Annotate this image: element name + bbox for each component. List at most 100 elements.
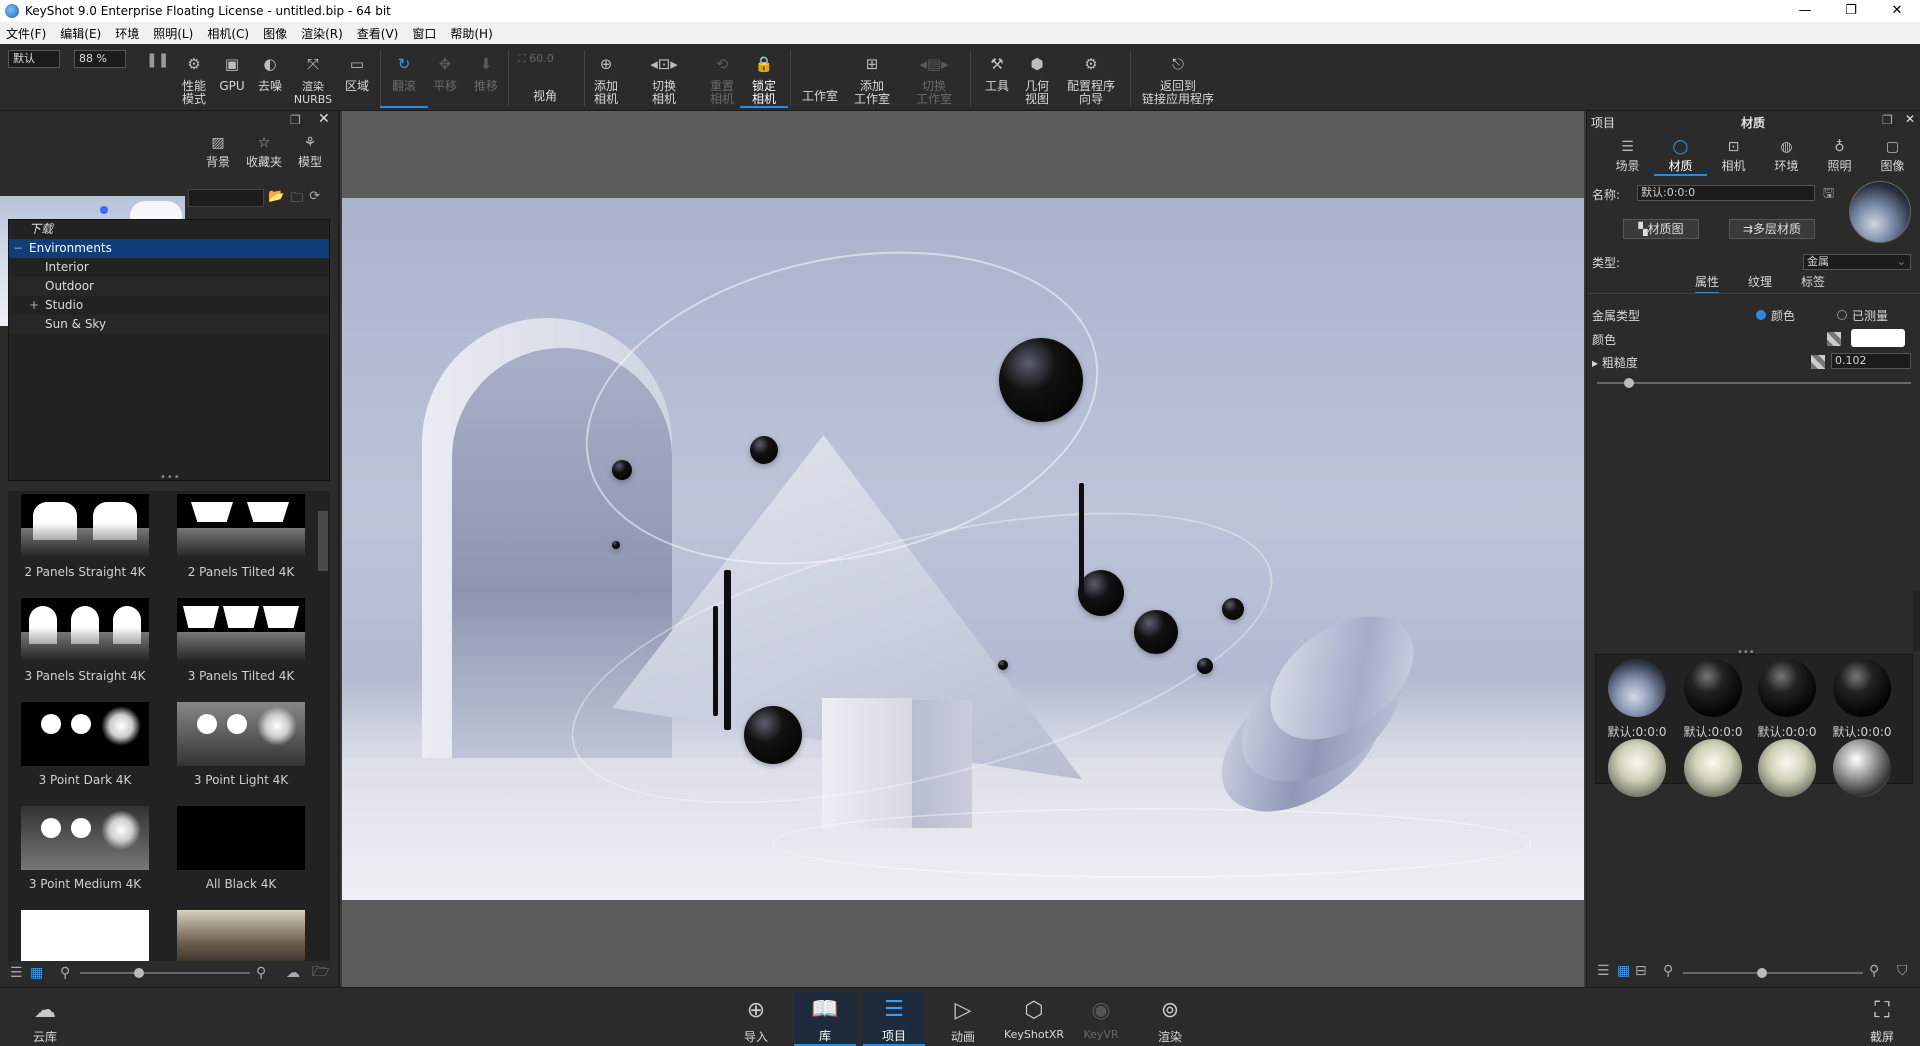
material-swatch[interactable]: 默认:0:0:0 [1676,659,1750,740]
minimize-button[interactable]: — [1782,0,1828,22]
menu-image[interactable]: 图像 [263,25,287,42]
library-scrollbar[interactable] [318,511,328,571]
render-viewport[interactable] [342,111,1584,987]
grid-view-icon[interactable]: ▦ [30,965,43,981]
panel-close-icon[interactable]: ✕ [1905,112,1915,126]
zoom-in-icon[interactable]: ⚲ [1869,963,1879,979]
zoom-out-icon[interactable]: ⚲ [60,965,70,981]
subtab-properties[interactable]: 属性 [1695,273,1720,294]
geometry-view-button[interactable]: ⬢ 几何 视图 [1013,48,1061,108]
lock-camera-button[interactable]: 🔒 锁定 相机 [740,48,788,108]
return-to-linked-app-button[interactable]: ⎋ 返回到 链接应用程序 [1140,48,1216,108]
zoom-in-icon[interactable]: ⚲ [256,965,266,981]
tab-models[interactable]: ⚘ 模型 [287,135,333,170]
library-item[interactable] [164,907,314,961]
menu-help[interactable]: 帮助(H) [450,25,492,42]
denoise-button[interactable]: ◐ 去噪 [246,48,294,108]
tree-item-sun-sky[interactable]: Sun & Sky [9,315,329,334]
library-button[interactable]: 📖 库 [794,992,856,1046]
material-preview-sphere[interactable] [1849,181,1911,243]
roughness-slider[interactable] [1597,382,1911,384]
region-button[interactable]: ▭ 区域 [333,48,381,108]
library-item[interactable]: 3 Point Dark 4K [8,699,158,803]
tree-item-interior[interactable]: Interior [9,258,329,277]
add-studio-button[interactable]: ⊞ 添加 工作室 [844,48,900,108]
tree-view-icon[interactable]: ⊟ [1635,963,1647,979]
texture-map-icon[interactable] [1827,332,1841,346]
library-item[interactable]: 2 Panels Straight 4K [8,491,158,595]
tab-camera[interactable]: ⊡ 相机 [1707,139,1760,176]
keyvr-button[interactable]: ◉ KeyVR [1070,992,1132,1046]
material-name-input[interactable]: 默认:0:0:0 [1637,185,1815,201]
swatch-size-slider[interactable] [1683,972,1863,974]
library-item[interactable]: 2 Panels Tilted 4K [164,491,314,595]
material-type-select[interactable]: 金属 ⌄ [1803,254,1911,270]
tab-material[interactable]: ◯ 材质 [1654,139,1707,176]
refresh-icon[interactable]: ⟳ [309,189,320,211]
menu-environment[interactable]: 环境 [115,25,139,42]
material-swatch[interactable]: 默认:0:0:0 [1600,659,1674,740]
screenshot-button[interactable]: ⛶ 截屏 [1851,992,1913,1046]
menu-camera[interactable]: 相机(C) [207,25,249,42]
cloud-upload-icon[interactable]: ☁ [286,965,300,981]
splitter-grip-icon[interactable]: ••• [160,472,181,483]
library-search-input[interactable] [188,189,264,207]
import-button[interactable]: ⊕ 导入 [725,992,787,1046]
material-swatch[interactable] [1750,739,1824,797]
library-item[interactable]: 3 Point Light 4K [164,699,314,803]
menu-file[interactable]: 文件(F) [6,25,46,42]
keyshotxr-button[interactable]: ⬡ KeyShotXR [1001,992,1067,1046]
tree-item-environments[interactable]: − Environments [9,239,329,258]
menu-lighting[interactable]: 照明(L) [153,25,193,42]
zoom-select[interactable]: 88 % [74,50,126,68]
render-scene[interactable] [342,198,1584,900]
configurator-wizard-button[interactable]: ⚙ 配置程序 向导 [1062,48,1120,108]
library-item[interactable]: 3 Panels Straight 4K [8,595,158,699]
subtab-labels[interactable]: 标签 [1801,273,1825,290]
material-swatch[interactable]: 默认:0:0:0 [1825,659,1899,740]
material-swatch[interactable]: 默认:0:0:0 [1750,659,1824,740]
radio-color[interactable] [1756,310,1766,320]
color-swatch[interactable] [1851,329,1905,347]
undock-icon[interactable]: ❐ [290,113,301,127]
grid-view-icon[interactable]: ▦ [1617,963,1630,979]
tab-environment[interactable]: ◍ 环境 [1760,139,1813,176]
radio-measured[interactable] [1837,310,1847,320]
material-swatch[interactable] [1676,739,1750,797]
dolly-button[interactable]: ⬇ 推移 [462,48,510,108]
multilayer-material-button[interactable]: ⇉多层材质 [1729,219,1815,239]
material-swatch[interactable] [1825,739,1899,797]
animation-button[interactable]: ▷ 动画 [932,992,994,1046]
tree-item-outdoor[interactable]: Outdoor [9,277,329,296]
maximize-button[interactable]: ❐ [1828,0,1874,22]
undock-icon[interactable]: ❐ [1882,113,1893,127]
roughness-row[interactable]: ▸ 粗糙度 [1592,354,1638,371]
roughness-slider-handle[interactable] [1624,378,1635,388]
add-camera-button[interactable]: ⊕ 添加 相机 [582,48,630,108]
filter-icon[interactable]: ⛉ [1897,963,1908,979]
cloud-library-button[interactable]: ☁ 云库 [14,992,76,1046]
switch-studio-button[interactable]: ◂▤▸ 切换 工作室 [906,48,962,108]
folder-open-icon[interactable]: 📂 [268,189,284,211]
tab-scene[interactable]: ☰ 场景 [1601,139,1654,176]
pause-icon[interactable]: ❚❚ [146,52,169,68]
thumbnail-size-slider[interactable] [80,972,250,974]
folder-icon[interactable]: 🗁 [312,961,329,985]
library-item[interactable]: All Black 4K [164,803,314,907]
list-view-icon[interactable]: ☰ [1597,963,1610,979]
tree-item-studio[interactable]: + Studio [9,296,329,315]
menu-edit[interactable]: 编辑(E) [60,25,101,42]
roughness-input[interactable]: 0.102 [1831,353,1911,369]
subtab-textures[interactable]: 纹理 [1748,273,1772,290]
tab-favorites[interactable]: ☆ 收藏夹 [241,135,287,170]
folder-add-icon[interactable]: 🗀 [290,189,303,211]
material-panel-scrollbar[interactable] [1913,591,1920,651]
render-button[interactable]: ⊚ 渲染 [1139,992,1201,1046]
library-item[interactable] [8,907,158,961]
menu-render[interactable]: 渲染(R) [301,25,343,42]
render-nurbs-button[interactable]: ⤧ 渲染 NURBS [289,48,337,108]
tree-item-downloads[interactable]: 下载 [9,220,329,239]
menu-window[interactable]: 窗口 [412,25,436,42]
save-material-icon[interactable]: 🖫 [1823,184,1834,206]
library-item[interactable]: 3 Panels Tilted 4K [164,595,314,699]
